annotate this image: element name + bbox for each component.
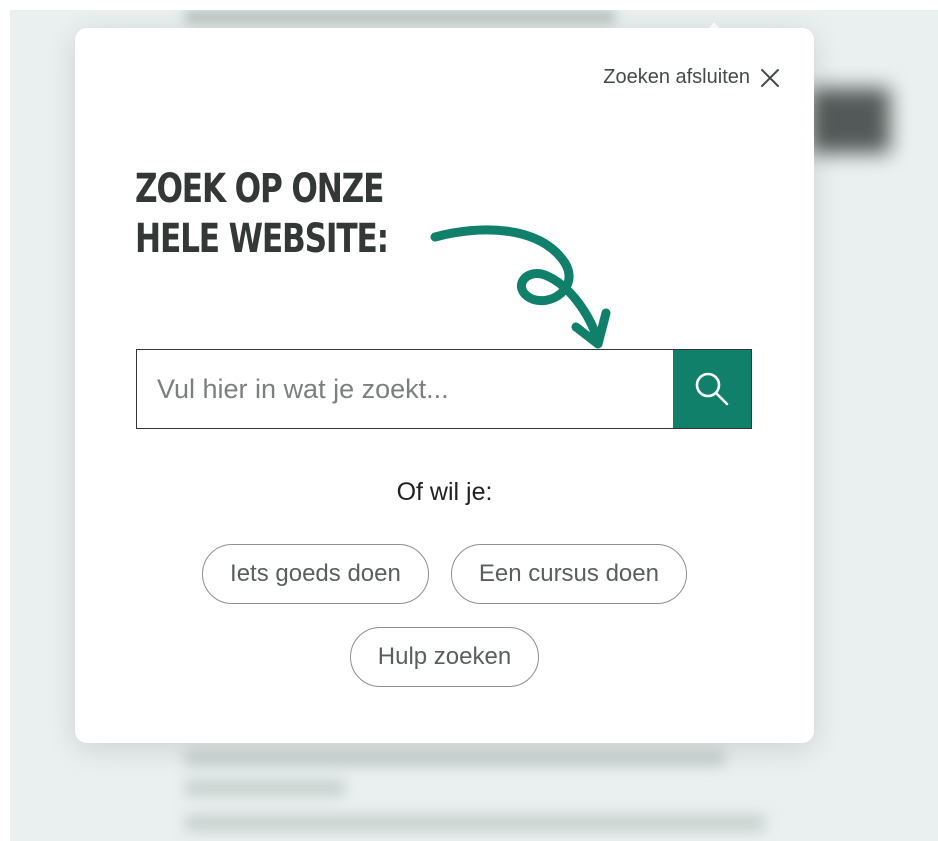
- heading-line-1: ZOEK OP ONZE: [135, 166, 384, 212]
- search-overlay: Zoeken afsluiten ZOEK OP ONZE HELE WEBSI…: [75, 28, 814, 743]
- search-submit-button[interactable]: [673, 350, 751, 428]
- suggestions-row-2: Hulp zoeken: [75, 627, 814, 687]
- heading-line-2: HELE WEBSITE:: [135, 216, 389, 262]
- close-icon: [760, 68, 780, 88]
- suggestion-een-cursus-doen[interactable]: Een cursus doen: [450, 544, 687, 604]
- suggestion-iets-goeds-doen[interactable]: Iets goeds doen: [202, 544, 429, 604]
- suggestion-hulp-zoeken[interactable]: Hulp zoeken: [349, 627, 540, 687]
- blurred-text: [185, 815, 765, 831]
- suggestions-row-1: Iets goeds doen Een cursus doen: [75, 544, 814, 604]
- search-form: [136, 349, 752, 429]
- close-search-button[interactable]: Zoeken afsluiten: [603, 66, 780, 89]
- alternatives-label: Of wil je:: [396, 478, 493, 506]
- search-icon: [695, 372, 729, 406]
- blurred-button: [810, 88, 890, 153]
- close-search-label: Zoeken afsluiten: [603, 66, 750, 88]
- search-heading: ZOEK OP ONZE HELE WEBSITE:: [135, 164, 389, 264]
- blurred-nav: [185, 10, 615, 24]
- blurred-text: [185, 750, 725, 766]
- curly-arrow-icon: [430, 225, 611, 349]
- blurred-text: [185, 780, 345, 796]
- search-input[interactable]: [137, 350, 673, 428]
